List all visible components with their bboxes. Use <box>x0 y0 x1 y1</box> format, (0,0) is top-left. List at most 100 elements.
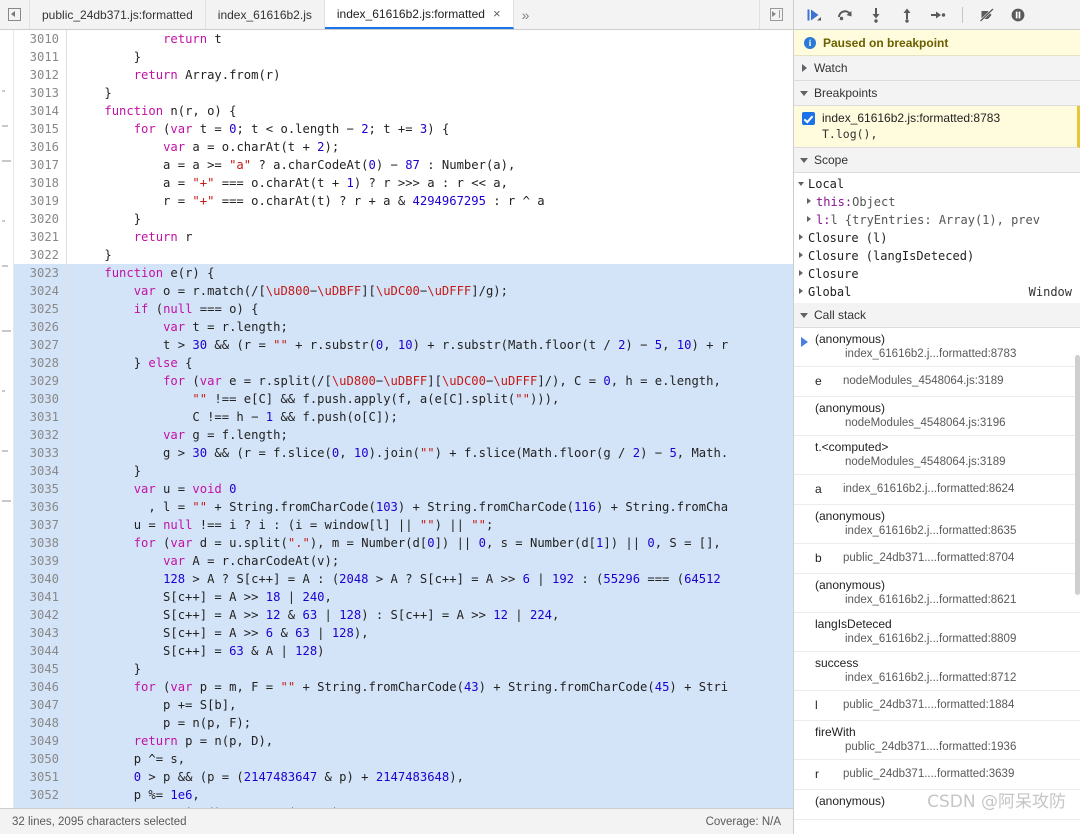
code-line[interactable]: 3044 S[c++] = 63 & A | 128) <box>14 642 793 660</box>
line-number[interactable]: 3031 <box>14 408 67 426</box>
code-line[interactable]: 3040 128 > A ? S[c++] = A : (2048 > A ? … <box>14 570 793 588</box>
editor-minimap[interactable] <box>0 30 14 808</box>
chevron-right-icon[interactable] <box>804 214 816 226</box>
line-content[interactable]: for (var p = m, F = "" + String.fromChar… <box>67 678 793 696</box>
line-content[interactable]: t > 30 && (r = "" + r.substr(0, 10) + r.… <box>67 336 793 354</box>
line-number[interactable]: 3039 <box>14 552 67 570</box>
line-content[interactable]: C !== h − 1 && f.push(o[C]); <box>67 408 793 426</box>
line-number[interactable]: 3028 <box>14 354 67 372</box>
code-line[interactable]: 3028 } else { <box>14 354 793 372</box>
step-over-button[interactable] <box>835 5 855 25</box>
breakpoints-section-header[interactable]: Breakpoints <box>794 81 1080 106</box>
line-content[interactable]: var u = void 0 <box>67 480 793 498</box>
scope-row[interactable]: l: l {tryEntries: Array(1), prev <box>794 211 1080 229</box>
line-content[interactable]: function n(r, o) { <box>67 102 793 120</box>
line-content[interactable]: var o = r.match(/[\uD800−\uDBFF][\uDC00−… <box>67 282 793 300</box>
breakpoint-item[interactable]: index_61616b2.js:formatted:8783 T.log(), <box>794 106 1080 148</box>
line-content[interactable]: g > 30 && (r = f.slice(0, 10).join("") +… <box>67 444 793 462</box>
line-number[interactable]: 3040 <box>14 570 67 588</box>
code-line[interactable]: 3050 p ^= s, <box>14 750 793 768</box>
code-line[interactable]: 3025 if (null === o) { <box>14 300 793 318</box>
code-line[interactable]: 3045 } <box>14 660 793 678</box>
line-content[interactable]: "" !== e[C] && f.push.apply(f, a(e[C].sp… <box>67 390 793 408</box>
line-content[interactable]: } else { <box>67 354 793 372</box>
code-line[interactable]: 3026 var t = r.length; <box>14 318 793 336</box>
pause-on-exceptions-button[interactable] <box>1008 5 1028 25</box>
code-line[interactable]: 3019 r = "+" === o.charAt(t) ? r + a & 4… <box>14 192 793 210</box>
call-stack-frame[interactable]: t.<computed> nodeModules_4548064.js:3189 <box>794 436 1080 475</box>
call-stack-frame[interactable]: (anonymous) index_61616b2.j...formatted:8… <box>794 574 1080 613</box>
line-number[interactable]: 3036 <box>14 498 67 516</box>
code-line[interactable]: 3030 "" !== e[C] && f.push.apply(f, a(e[… <box>14 390 793 408</box>
code-line[interactable]: 3039 var A = r.charCodeAt(v); <box>14 552 793 570</box>
code-line[interactable]: 3011 } <box>14 48 793 66</box>
line-number[interactable]: 3033 <box>14 444 67 462</box>
call-stack-frame[interactable]: (anonymous) index_61616b2.j...formatted:8… <box>794 505 1080 544</box>
chevron-right-icon[interactable] <box>796 268 808 280</box>
step-into-button[interactable] <box>866 5 886 25</box>
line-content[interactable]: a = a >= "a" ? a.charCodeAt(0) − 87 : Nu… <box>67 156 793 174</box>
line-content[interactable]: 0 > p && (p = (2147483647 & p) + 2147483… <box>67 768 793 786</box>
code-editor[interactable]: 3010 return t 3011 } 3012 return Array.fro… <box>0 30 793 808</box>
line-content[interactable]: return r <box>67 228 793 246</box>
line-number[interactable]: 3016 <box>14 138 67 156</box>
code-line[interactable]: 3018 a = "+" === o.charAt(t + 1) ? r >>>… <box>14 174 793 192</box>
code-lines-container[interactable]: 3010 return t 3011 } 3012 return Array.fro… <box>14 30 793 808</box>
line-content[interactable]: S[c++] = A >> 12 & 63 | 128) : S[c++] = … <box>67 606 793 624</box>
line-content[interactable]: S[c++] = A >> 18 | 240, <box>67 588 793 606</box>
code-line[interactable]: 3031 C !== h − 1 && f.push(o[C]); <box>14 408 793 426</box>
code-line[interactable]: 3047 p += S[b], <box>14 696 793 714</box>
line-number[interactable]: 3029 <box>14 372 67 390</box>
line-content[interactable]: , l = "" + String.fromCharCode(103) + St… <box>67 498 793 516</box>
code-line[interactable]: 3016 var a = o.charAt(t + 2); <box>14 138 793 156</box>
line-number[interactable]: 3034 <box>14 462 67 480</box>
code-line[interactable]: 3034 } <box>14 462 793 480</box>
line-number[interactable]: 3047 <box>14 696 67 714</box>
line-number[interactable]: 3037 <box>14 516 67 534</box>
line-content[interactable]: return Array.from(r) <box>67 66 793 84</box>
line-content[interactable]: } <box>67 660 793 678</box>
callstack-section-header[interactable]: Call stack <box>794 303 1080 328</box>
line-content[interactable]: function e(r) { <box>67 264 793 282</box>
line-number[interactable]: 3015 <box>14 120 67 138</box>
scope-row[interactable]: Closure (langIsDeteced) <box>794 247 1080 265</box>
line-number[interactable]: 3032 <box>14 426 67 444</box>
scope-row[interactable]: this: Object <box>794 193 1080 211</box>
code-line[interactable]: 3033 g > 30 && (r = f.slice(0, 10).join(… <box>14 444 793 462</box>
call-stack-frame[interactable]: (anonymous) <box>794 790 1080 820</box>
line-number[interactable]: 3013 <box>14 84 67 102</box>
line-number[interactable]: 3026 <box>14 318 67 336</box>
line-number[interactable]: 3042 <box>14 606 67 624</box>
line-number[interactable]: 3053 <box>14 804 67 808</box>
code-line[interactable]: 3041 S[c++] = A >> 18 | 240, <box>14 588 793 606</box>
line-number[interactable]: 3012 <box>14 66 67 84</box>
call-stack-frame[interactable]: b public_24db371....formatted:8704 <box>794 544 1080 574</box>
line-content[interactable]: p.toString() + "." + (p ^ m) <box>67 804 793 808</box>
line-content[interactable]: } <box>67 246 793 264</box>
code-line[interactable]: 3012 return Array.from(r) <box>14 66 793 84</box>
call-stack-frame[interactable]: e nodeModules_4548064.js:3189 <box>794 367 1080 397</box>
line-content[interactable]: if (null === o) { <box>67 300 793 318</box>
step-button[interactable] <box>928 5 948 25</box>
scope-row[interactable]: Closure <box>794 265 1080 283</box>
line-content[interactable]: var A = r.charCodeAt(v); <box>67 552 793 570</box>
call-stack-frame[interactable]: (anonymous) index_61616b2.j...formatted:8… <box>794 328 1080 367</box>
code-line[interactable]: 3027 t > 30 && (r = "" + r.substr(0, 10)… <box>14 336 793 354</box>
line-number[interactable]: 3038 <box>14 534 67 552</box>
line-number[interactable]: 3044 <box>14 642 67 660</box>
step-out-button[interactable] <box>897 5 917 25</box>
code-line[interactable]: 3015 for (var t = 0; t < o.length − 2; t… <box>14 120 793 138</box>
line-number[interactable]: 3048 <box>14 714 67 732</box>
line-number[interactable]: 3045 <box>14 660 67 678</box>
call-stack-frame[interactable]: r public_24db371....formatted:3639 <box>794 760 1080 790</box>
code-line[interactable]: 3029 for (var e = r.split(/[\uD800−\uDBF… <box>14 372 793 390</box>
code-line[interactable]: 3014 function n(r, o) { <box>14 102 793 120</box>
line-number[interactable]: 3019 <box>14 192 67 210</box>
call-stack-frame[interactable]: l public_24db371....formatted:1884 <box>794 691 1080 721</box>
resume-script-execution-button[interactable] <box>804 5 824 25</box>
line-number[interactable]: 3010 <box>14 30 67 48</box>
line-content[interactable]: for (var d = u.split("."), m = Number(d[… <box>67 534 793 552</box>
line-content[interactable]: p %= 1e6, <box>67 786 793 804</box>
line-number[interactable]: 3023 <box>14 264 67 282</box>
line-number[interactable]: 3024 <box>14 282 67 300</box>
